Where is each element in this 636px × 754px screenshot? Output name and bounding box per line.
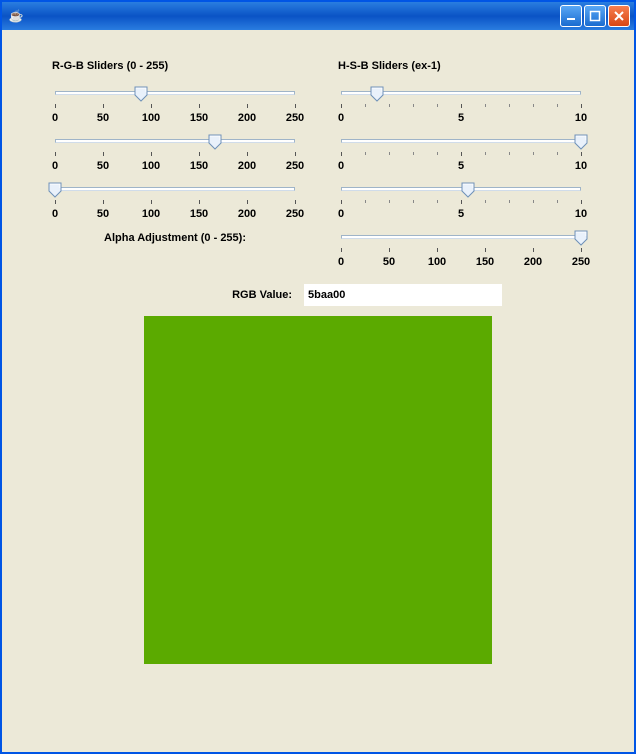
- hsb-header: H-S-B Sliders (ex-1): [333, 60, 589, 72]
- color-swatch: [144, 316, 492, 664]
- rgb-value-field[interactable]: [304, 284, 502, 306]
- app-window: ☕ R-G-B Sliders (0 - 255) 05010015020025…: [0, 0, 636, 754]
- swatch-container: [47, 316, 589, 664]
- slider-thumb[interactable]: [461, 182, 475, 198]
- titlebar[interactable]: ☕: [2, 2, 634, 30]
- green-slider[interactable]: 050100150200250: [47, 130, 303, 174]
- red-slider[interactable]: 050100150200250: [47, 82, 303, 126]
- maximize-button[interactable]: [584, 5, 606, 27]
- alpha-label: Alpha Adjustment (0 - 255):: [47, 232, 303, 244]
- scale-labels: 0510: [333, 160, 589, 174]
- value-row: RGB Value:: [47, 284, 589, 306]
- minimize-button[interactable]: [560, 5, 582, 27]
- scale-labels: 050100150200250: [333, 256, 589, 270]
- scale-labels: 050100150200250: [47, 112, 303, 126]
- rgb-value-label: RGB Value:: [47, 289, 292, 301]
- alpha-slider[interactable]: 050100150200250: [333, 226, 589, 270]
- slider-thumb[interactable]: [370, 86, 384, 102]
- java-icon: ☕: [8, 8, 24, 24]
- scale-labels: 0510: [333, 208, 589, 222]
- slider-thumb[interactable]: [574, 134, 588, 150]
- rgb-column: R-G-B Sliders (0 - 255) 050100150200250 0…: [47, 60, 303, 274]
- close-button[interactable]: [608, 5, 630, 27]
- scale-labels: 050100150200250: [47, 208, 303, 222]
- saturation-slider[interactable]: 0510: [333, 130, 589, 174]
- hue-slider[interactable]: 0510: [333, 82, 589, 126]
- window-buttons: [560, 5, 630, 27]
- scale-labels: 050100150200250: [47, 160, 303, 174]
- slider-thumb[interactable]: [134, 86, 148, 102]
- rgb-header: R-G-B Sliders (0 - 255): [47, 60, 303, 72]
- slider-thumb[interactable]: [208, 134, 222, 150]
- slider-columns: R-G-B Sliders (0 - 255) 050100150200250 0…: [47, 60, 589, 274]
- slider-thumb[interactable]: [574, 230, 588, 246]
- hsb-column: H-S-B Sliders (ex-1) 0510 0510 0510 050100…: [333, 60, 589, 274]
- content-panel: R-G-B Sliders (0 - 255) 050100150200250 0…: [2, 30, 634, 752]
- scale-labels: 0510: [333, 112, 589, 126]
- brightness-slider[interactable]: 0510: [333, 178, 589, 222]
- blue-slider[interactable]: 050100150200250: [47, 178, 303, 222]
- slider-thumb[interactable]: [48, 182, 62, 198]
